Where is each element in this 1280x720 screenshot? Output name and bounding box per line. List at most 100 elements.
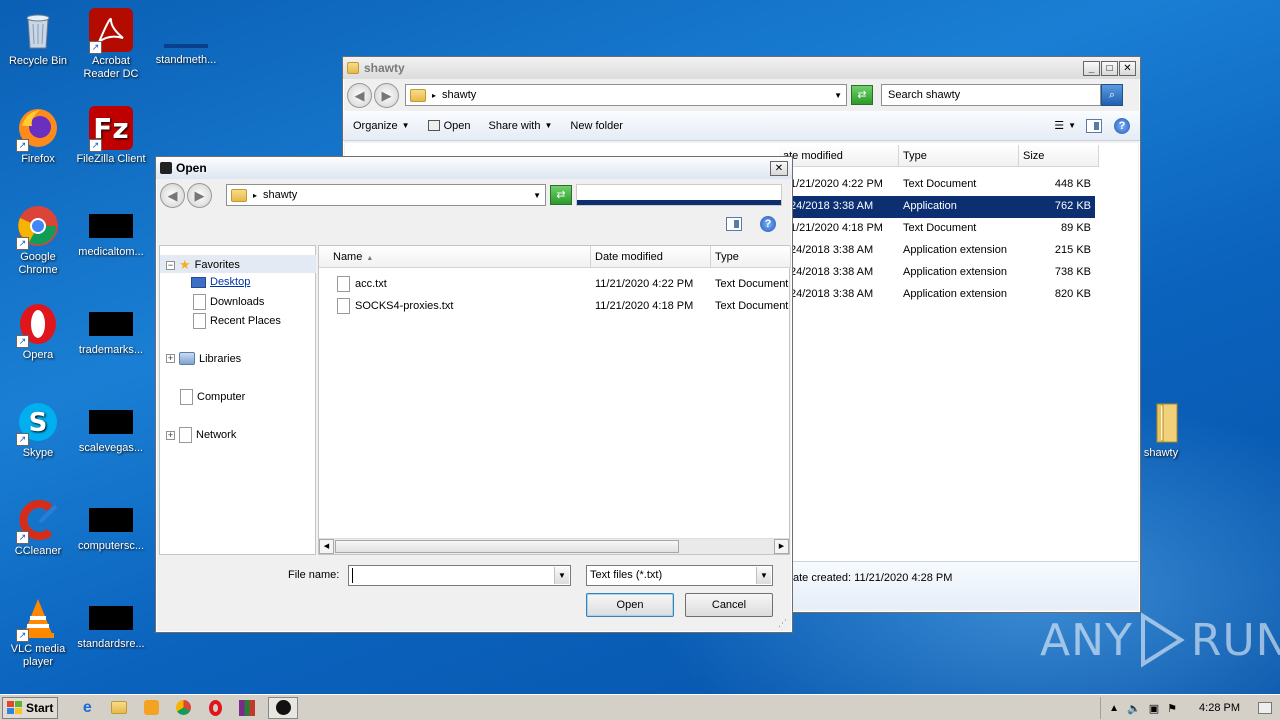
ie-icon[interactable]: e (76, 698, 98, 718)
forward-button[interactable]: ▶ (374, 82, 399, 108)
collapse-icon[interactable]: − (166, 260, 175, 270)
dialog-address-bar[interactable]: ▸ shawty ▼ (226, 184, 546, 206)
search-icon[interactable]: ⌕ (1101, 84, 1123, 106)
desktop-icon-scalevegas[interactable]: scalevegas... (73, 400, 149, 455)
preview-pane-icon[interactable] (726, 217, 742, 231)
scroll-right-icon[interactable]: ▶ (774, 539, 789, 554)
clock[interactable]: 4:28 PM (1199, 702, 1240, 714)
search-input[interactable]: Search shawty (881, 84, 1101, 106)
resize-grip-icon[interactable]: ⋰ (778, 618, 790, 630)
details-date-created: ate created: 11/21/2020 4:28 PM (793, 572, 953, 584)
nav-computer-label: Computer (197, 391, 246, 403)
dialog-search-input[interactable] (576, 184, 782, 206)
open-dialog-titlebar[interactable]: Open ✕ (156, 157, 792, 179)
nav-libraries-label: Libraries (199, 352, 242, 365)
scroll-thumb[interactable] (335, 540, 679, 553)
cancel-button[interactable]: Cancel (685, 593, 773, 617)
dialog-close-button[interactable]: ✕ (770, 160, 788, 176)
chevron-down-icon[interactable]: ▼ (554, 567, 569, 584)
horizontal-scrollbar[interactable]: ◀ ▶ (319, 538, 789, 554)
column-header-date[interactable]: Date modified (591, 246, 711, 268)
winrar-icon[interactable] (236, 698, 258, 718)
libraries-icon (179, 352, 195, 365)
start-button[interactable]: Start (2, 696, 59, 719)
share-with-menu[interactable]: Share with ▼ (488, 120, 552, 132)
explorer-titlebar[interactable]: shawty _ □ ✕ (343, 57, 1140, 79)
acrobat-icon: ↗ (89, 8, 133, 54)
desktop-icon-computersc[interactable]: computersc... (73, 498, 149, 553)
nav-computer[interactable]: Computer (180, 389, 245, 405)
chevron-down-icon[interactable]: ▼ (533, 191, 541, 200)
column-header-name[interactable]: Name ▲ (319, 246, 591, 268)
preview-pane-icon[interactable] (1086, 118, 1102, 133)
nav-desktop[interactable]: Desktop (191, 276, 250, 288)
file-list: Name ▲ Date modified Type acc.txt 11/21/20… (318, 245, 791, 555)
desktop-icon-standardsre[interactable]: standardsre... (73, 596, 149, 651)
nav-recent-places-label: Recent Places (210, 315, 281, 327)
row-size: 448 KB (1054, 178, 1091, 190)
desktop-icon-ccleaner[interactable]: ↗ CCleaner (0, 498, 76, 558)
dialog-forward-button[interactable]: ▶ (187, 182, 212, 208)
navigation-pane: − ★ Favorites Desktop Downloads Recent P… (159, 245, 316, 555)
dialog-address-text: shawty (263, 189, 298, 201)
column-header-type[interactable]: Type (711, 246, 791, 268)
desktop-icon-firefox[interactable]: ↗ Firefox (0, 106, 76, 166)
chevron-down-icon[interactable]: ▼ (756, 567, 771, 584)
nav-recent-places[interactable]: Recent Places (193, 313, 281, 329)
action-center-icon[interactable]: ⚑ (1167, 702, 1177, 715)
file-type-select[interactable]: Text files (*.txt) ▼ (586, 565, 773, 586)
expand-icon[interactable]: + (166, 430, 175, 440)
show-desktop-icon[interactable] (1258, 702, 1272, 714)
new-folder-button[interactable]: New folder (570, 120, 623, 132)
organize-menu[interactable]: Organize ▼ (353, 120, 410, 132)
address-bar[interactable]: ▸ shawty ▼ (405, 84, 847, 106)
close-button[interactable]: ✕ (1119, 60, 1136, 76)
file-name-input[interactable]: ▼ (348, 565, 571, 586)
views-icon[interactable]: ☰ ▼ (1054, 119, 1076, 132)
desktop-icon-standmeth[interactable]: standmeth... (148, 8, 224, 67)
desktop-icon-chrome[interactable]: ↗ Google Chrome (0, 204, 76, 277)
desktop-icon-skype[interactable]: S ↗ Skype (0, 400, 76, 460)
help-icon[interactable]: ? (1114, 117, 1130, 134)
network-tray-icon[interactable]: ▣ (1149, 702, 1159, 715)
open-button[interactable]: Open (427, 120, 470, 132)
column-header-size[interactable]: Size (1019, 145, 1099, 167)
desktop-icon-recycle-bin[interactable]: Recycle Bin (0, 8, 76, 68)
dialog-refresh-icon[interactable]: ⇄ (550, 185, 572, 205)
maximize-button[interactable]: □ (1101, 60, 1118, 76)
minimize-button[interactable]: _ (1083, 60, 1100, 76)
show-hidden-icons-icon[interactable]: ▲ (1109, 703, 1119, 714)
desktop-icon-vlc[interactable]: ↗ VLC media player (0, 596, 76, 669)
desktop-icon-trademarks[interactable]: trademarks... (73, 302, 149, 357)
scroll-left-icon[interactable]: ◀ (319, 539, 334, 554)
desktop-icon-label: Google Chrome (18, 251, 58, 276)
chevron-down-icon[interactable]: ▼ (834, 91, 842, 100)
column-header-date[interactable]: ate modified (779, 145, 899, 167)
nav-favorites[interactable]: − ★ Favorites (166, 257, 240, 273)
ccleaner-icon: ↗ (16, 498, 60, 544)
nav-libraries[interactable]: + Libraries (166, 352, 241, 365)
desktop-icon-medicaltom[interactable]: medicaltom... (73, 204, 149, 259)
dialog-back-button[interactable]: ◀ (160, 182, 185, 208)
opera-icon[interactable] (204, 698, 226, 718)
organize-label: Organize (353, 119, 398, 132)
nav-downloads-label: Downloads (210, 296, 265, 308)
active-app-icon[interactable] (268, 696, 299, 719)
help-icon[interactable]: ? (760, 216, 776, 232)
volume-icon[interactable]: 🔈 (1127, 702, 1141, 715)
desktop-icon-opera[interactable]: ↗ Opera (0, 302, 76, 362)
explorer-icon[interactable] (108, 698, 130, 718)
desktop-icon-filezilla[interactable]: Fz ↗ FileZilla Client (73, 106, 149, 166)
expand-icon[interactable]: + (166, 354, 175, 363)
back-button[interactable]: ◀ (347, 82, 372, 108)
refresh-icon[interactable]: ⇄ (851, 85, 873, 105)
media-player-icon[interactable] (140, 698, 162, 718)
open-dialog[interactable]: Open ✕ ◀ ▶ ▸ shawty ▼ ⇄ ? − ★ Favorites (155, 156, 793, 633)
address-text: shawty (442, 89, 477, 101)
nav-network[interactable]: + Network (166, 427, 236, 443)
chrome-icon[interactable] (172, 698, 194, 718)
nav-downloads[interactable]: Downloads (193, 294, 264, 310)
desktop-icon-acrobat[interactable]: ↗ Acrobat Reader DC (73, 8, 149, 81)
column-header-type[interactable]: Type (899, 145, 1019, 167)
open-button[interactable]: Open (586, 593, 674, 617)
